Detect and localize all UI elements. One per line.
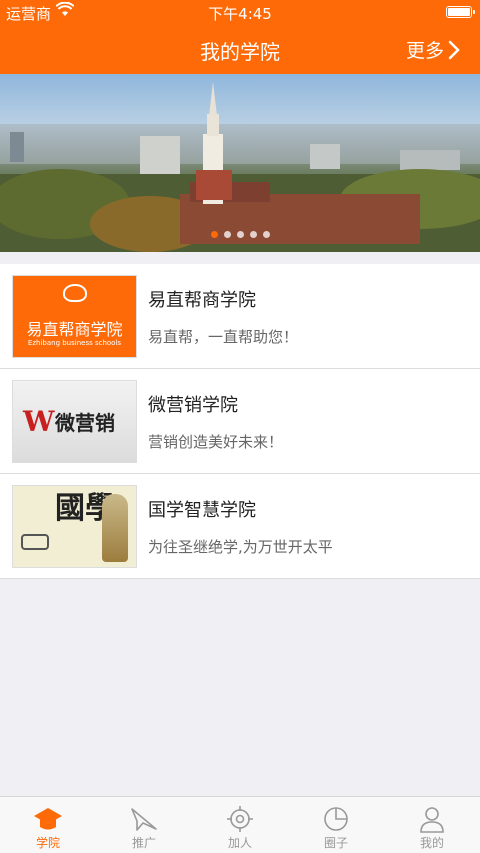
carousel-dot[interactable]: [223, 231, 231, 238]
list-item[interactable]: W 微营销 微营销学院 营销创造美好未来！: [0, 369, 480, 474]
list-item[interactable]: 易直帮商学院 Ezhibang business schools 易直帮商学院 …: [0, 264, 480, 369]
user-icon: [420, 807, 444, 833]
thumbnail-subtitle: Ezhibang business schools: [27, 339, 122, 347]
tab-label: 我的: [419, 836, 444, 850]
school-description: 为往圣继绝学,为万世开太平: [148, 538, 333, 556]
tab-label: 学院: [35, 836, 60, 850]
status-bar: 运营商 下午4:45: [0, 0, 480, 24]
carousel-dot[interactable]: [249, 231, 257, 238]
battery-icon: [446, 6, 475, 18]
navbar: 我的学院 更多: [0, 24, 480, 74]
school-name: 国学智慧学院: [148, 500, 256, 521]
chariot-illustration: [21, 534, 49, 550]
tab-promote[interactable]: 推广: [96, 797, 192, 853]
school-thumbnail: W 微营销: [12, 380, 137, 463]
more-label: 更多: [405, 40, 444, 62]
confucius-figure-illustration: [102, 494, 128, 562]
tab-bar: 学院 推广 加人 圈子 我的: [0, 796, 480, 853]
school-list: 易直帮商学院 Ezhibang business schools 易直帮商学院 …: [0, 264, 480, 579]
tab-label: 加人: [227, 836, 252, 850]
pie-chart-icon: [324, 807, 348, 831]
tab-add-people[interactable]: 加人: [192, 797, 288, 853]
carousel-dots[interactable]: [0, 231, 480, 238]
tab-academy[interactable]: 学院: [0, 797, 96, 853]
chevron-right-icon: [448, 40, 460, 59]
paper-plane-icon: [131, 808, 157, 831]
tab-mine[interactable]: 我的: [384, 797, 480, 853]
header: 运营商 下午4:45 我的学院 更多: [0, 0, 480, 74]
carousel-dot[interactable]: [236, 231, 244, 238]
tab-label: 圈子: [323, 836, 348, 850]
tab-circle[interactable]: 圈子: [288, 797, 384, 853]
w-logo-icon: W: [23, 405, 55, 438]
thumbnail-title: 微营销: [55, 411, 115, 435]
graduation-cap-icon: [34, 808, 62, 830]
school-name: 易直帮商学院: [148, 290, 256, 311]
school-name: 微营销学院: [148, 395, 238, 416]
crosshair-icon: [227, 806, 253, 832]
more-button[interactable]: 更多: [406, 36, 460, 63]
school-thumbnail: 國學: [12, 485, 137, 568]
list-item[interactable]: 國學 国学智慧学院 为往圣继绝学,为万世开太平: [0, 474, 480, 579]
tab-label: 推广: [131, 836, 156, 850]
ezhibang-logo-icon: [63, 284, 87, 302]
banner-carousel[interactable]: [0, 74, 480, 252]
thumbnail-title: 易直帮商学院: [26, 320, 123, 339]
carousel-dot[interactable]: [262, 231, 270, 238]
school-thumbnail: 易直帮商学院 Ezhibang business schools: [12, 275, 137, 358]
carousel-dot[interactable]: [210, 231, 218, 238]
school-description: 易直帮，一直帮助您！: [148, 328, 299, 346]
campus-photo: [0, 82, 480, 252]
clock: 下午4:45: [208, 5, 272, 23]
school-description: 营销创造美好未来！: [148, 433, 284, 451]
